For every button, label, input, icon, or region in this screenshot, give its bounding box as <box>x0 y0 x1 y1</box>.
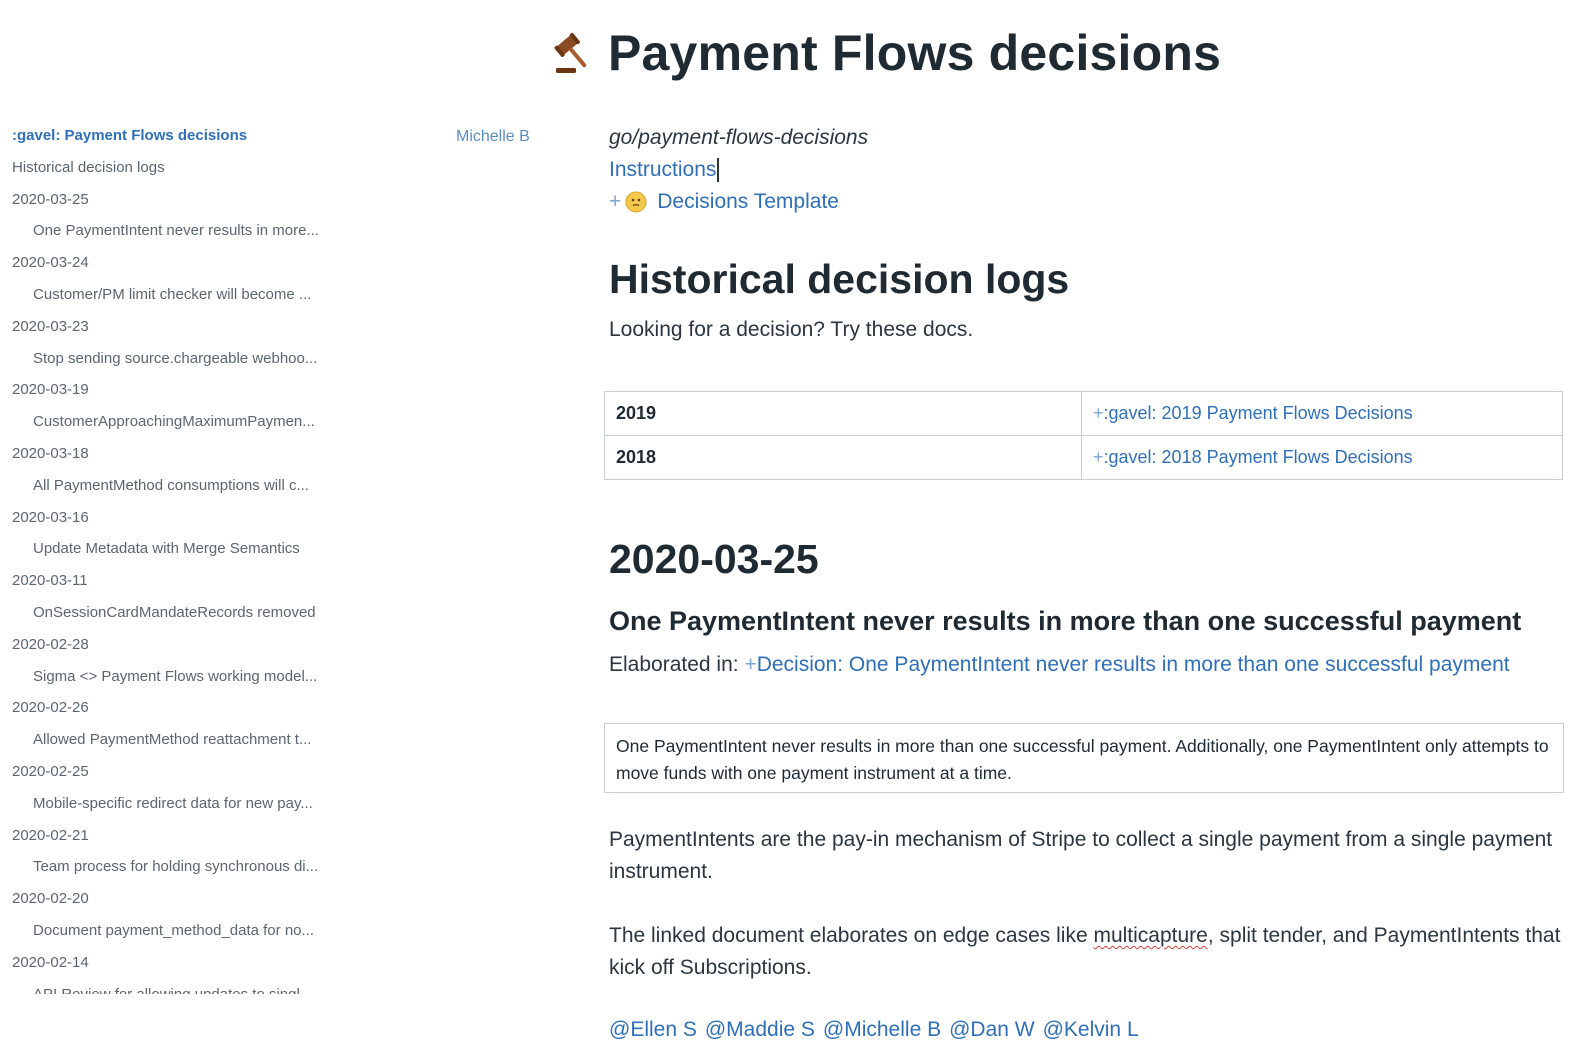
outline-item[interactable]: API Review for allowing updates to singl… <box>12 983 357 994</box>
outline-item[interactable]: 2020-03-23 <box>12 315 357 347</box>
date-heading: 2020-03-25 <box>609 536 819 582</box>
outline-item[interactable]: 2020-03-25 <box>12 188 357 220</box>
historical-heading: Historical decision logs <box>609 256 1070 302</box>
gavel-icon <box>554 32 587 73</box>
year-doc-link-label: :gavel: 2019 Payment Flows Decisions <box>1103 403 1413 423</box>
user-mention[interactable]: @Kelvin L <box>1043 1018 1139 1041</box>
document-page: Payment Flows decisions :gavel: Payment … <box>0 0 1586 1058</box>
elaborated-line: Elaborated in: +Decision: One PaymentInt… <box>609 653 1510 677</box>
instructions-link[interactable]: Instructions <box>609 158 720 182</box>
misspelled-word[interactable]: multicapture <box>1093 924 1207 947</box>
user-mention[interactable]: @Ellen S <box>609 1018 697 1041</box>
para2-text-before: The linked document elaborates on edge c… <box>609 924 1094 947</box>
outline-item[interactable]: 2020-02-28 <box>12 633 357 665</box>
outline-item[interactable]: 2020-02-14 <box>12 951 357 983</box>
plus-prefix: + <box>1093 403 1104 423</box>
plus-prefix: + <box>609 190 622 213</box>
user-mention[interactable]: @Michelle B <box>823 1018 941 1041</box>
title-row: Payment Flows decisions <box>552 22 1221 84</box>
user-mention[interactable]: @Dan W <box>949 1018 1035 1041</box>
outline-item[interactable]: 2020-02-25 <box>12 760 357 792</box>
years-table: 2019 +:gavel: 2019 Payment Flows Decision… <box>604 391 1563 480</box>
outline-item[interactable]: One PaymentIntent never results in more.… <box>12 219 357 251</box>
decisions-template-label: Decisions Template <box>657 190 839 213</box>
author-name[interactable]: Michelle B <box>456 128 530 146</box>
plus-prefix: + <box>744 653 757 676</box>
outline-item[interactable]: Allowed PaymentMethod reattachment t... <box>12 728 357 760</box>
outline-item[interactable]: 2020-02-26 <box>12 696 357 728</box>
page-title: Payment Flows decisions <box>608 25 1222 81</box>
outline-item[interactable]: 2020-03-11 <box>12 569 357 601</box>
decisions-template-link[interactable]: + Decisions Template <box>609 190 839 214</box>
outline-item[interactable]: 2020-02-21 <box>12 824 357 856</box>
elaborated-prefix: Elaborated in: <box>609 653 739 676</box>
year-cell: 2018 <box>604 435 1082 480</box>
outline-item[interactable]: Team process for holding synchronous di.… <box>12 855 357 887</box>
outline-item[interactable]: 2020-03-18 <box>12 442 357 474</box>
smiley-face-icon <box>625 191 647 213</box>
year-doc-link[interactable]: +:gavel: 2018 Payment Flows Decisions <box>1081 435 1563 480</box>
outline-item[interactable]: OnSessionCardMandateRecords removed <box>12 601 357 633</box>
outline-item[interactable]: CustomerApproachingMaximumPaymen... <box>12 410 357 442</box>
outline-item[interactable]: Update Metadata with Merge Semantics <box>12 537 357 569</box>
outline-item[interactable]: All PaymentMethod consumptions will c... <box>12 474 357 506</box>
paragraph-edge-cases: The linked document elaborates on edge c… <box>609 920 1569 984</box>
outline-item[interactable]: Document payment_method_data for no... <box>12 919 357 951</box>
outline-item[interactable]: Historical decision logs <box>12 156 357 188</box>
mentions-row: @Ellen S @Maddie S @Michelle B @Dan W @Kelvi… <box>609 1018 1147 1042</box>
outline-item[interactable]: Stop sending source.chargeable webhoo... <box>12 347 357 379</box>
outline-item[interactable]: :gavel: Payment Flows decisions <box>12 124 357 156</box>
outline-item[interactable]: 2020-02-20 <box>12 887 357 919</box>
outline-item[interactable]: Sigma <> Payment Flows working model... <box>12 665 357 697</box>
outline-item[interactable]: 2020-03-24 <box>12 251 357 283</box>
outline-item[interactable]: 2020-03-16 <box>12 506 357 538</box>
table-row: 2019 +:gavel: 2019 Payment Flows Decision… <box>604 391 1563 436</box>
outline-item[interactable]: Customer/PM limit checker will become ..… <box>12 283 357 315</box>
paragraph-paymentintents: PaymentIntents are the pay-in mechanism … <box>609 828 1553 883</box>
year-doc-link-label: :gavel: 2018 Payment Flows Decisions <box>1103 447 1413 467</box>
short-link: go/payment-flows-decisions <box>609 126 869 149</box>
elaborated-link[interactable]: Decision: One PaymentIntent never result… <box>757 653 1510 676</box>
year-cell: 2019 <box>604 391 1082 436</box>
outline-item[interactable]: Mobile-specific redirect data for new pa… <box>12 792 357 824</box>
plus-prefix: + <box>1093 447 1104 467</box>
document-outline: :gavel: Payment Flows decisions Historica… <box>12 124 357 994</box>
table-row: 2018 +:gavel: 2018 Payment Flows Decision… <box>604 435 1563 480</box>
historical-description: Looking for a decision? Try these docs. <box>609 318 974 341</box>
user-mention[interactable]: @Maddie S <box>705 1018 815 1041</box>
decision-callout: One PaymentIntent never results in more … <box>604 723 1564 793</box>
decision-heading: One PaymentIntent never results in more … <box>609 606 1522 636</box>
outline-item[interactable]: 2020-03-19 <box>12 378 357 410</box>
year-doc-link[interactable]: +:gavel: 2019 Payment Flows Decisions <box>1081 391 1563 436</box>
